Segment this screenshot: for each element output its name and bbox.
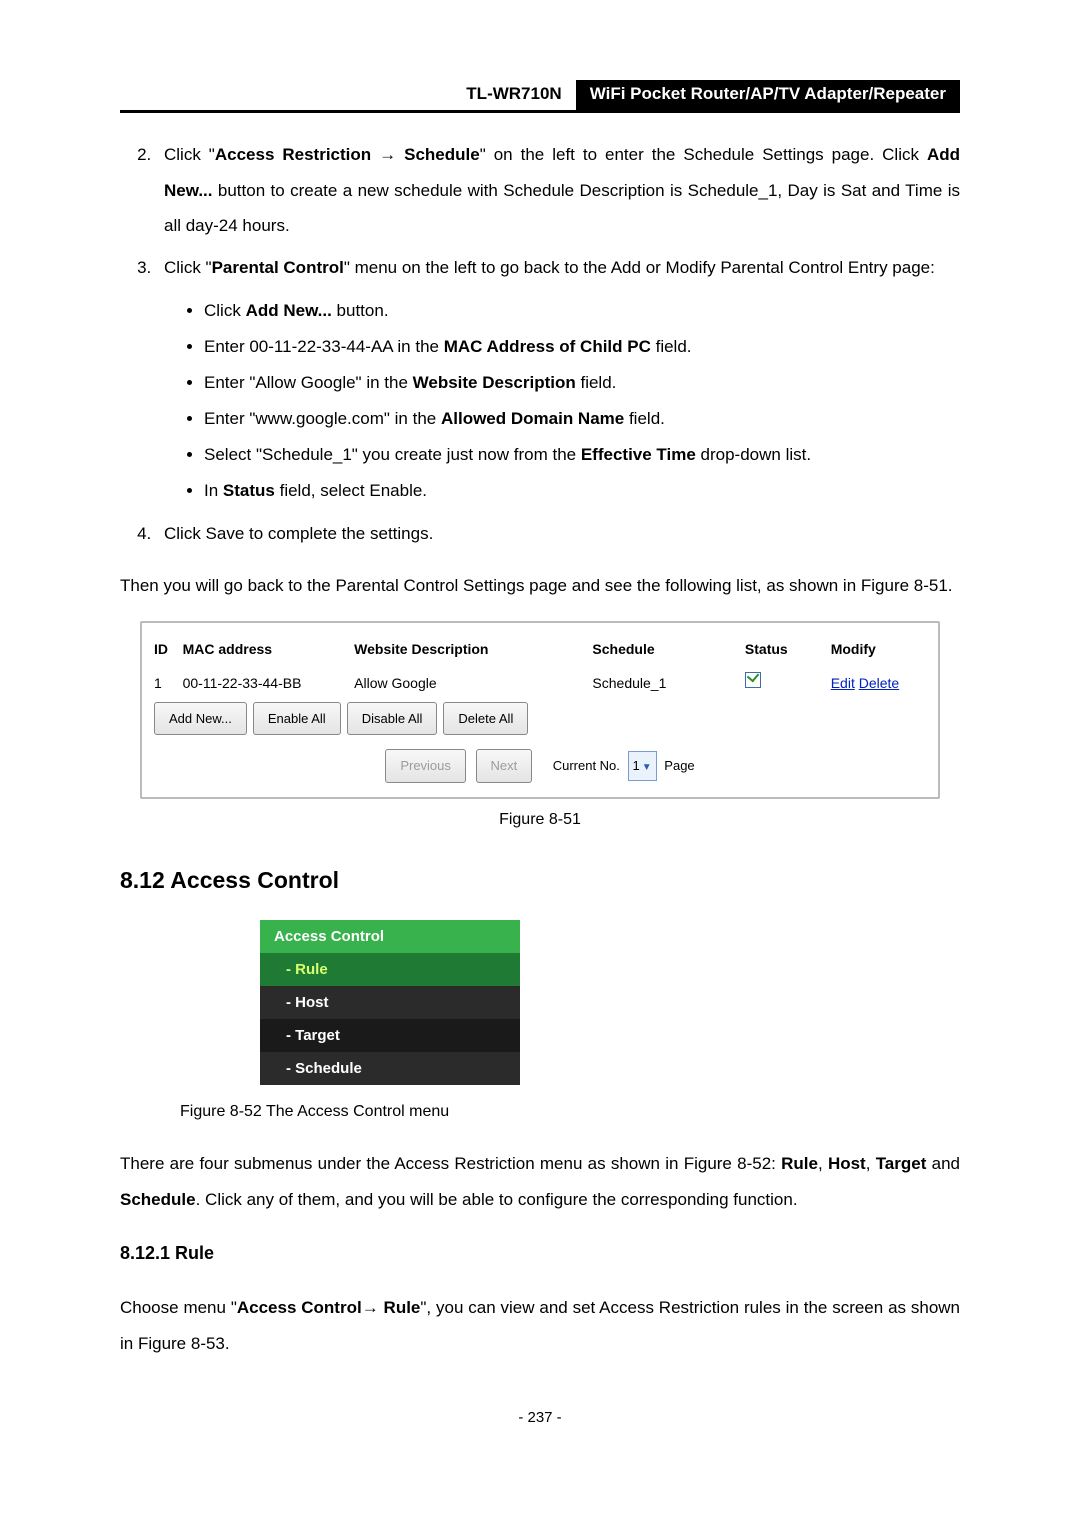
text: Click Save to complete the settings. <box>164 524 433 543</box>
figure-8-51-caption: Figure 8-51 <box>120 803 960 837</box>
edit-link[interactable]: Edit <box>831 675 855 691</box>
text: Enter "Allow Google" in the <box>204 373 413 392</box>
text: " on the left to enter the Schedule Sett… <box>480 145 927 164</box>
figure-8-52-caption: Figure 8-52 The Access Control menu <box>180 1095 960 1129</box>
col-website-description: Website Description <box>354 635 592 664</box>
bullet-item: In Status field, select Enable. <box>204 474 960 508</box>
text: " menu on the left to go back to the Add… <box>344 258 935 277</box>
header-model: TL-WR710N <box>452 80 575 110</box>
pager: Previous Next Current No. 1▼ Page <box>154 749 926 782</box>
header-description: WiFi Pocket Router/AP/TV Adapter/Repeate… <box>576 80 960 110</box>
text: There are four submenus under the Access… <box>120 1154 781 1173</box>
arrow-icon: → <box>362 1298 384 1317</box>
step-2: Click "Access Restriction → Schedule" on… <box>156 137 960 244</box>
bold-text: Website Description <box>413 373 576 392</box>
step3-bullets: Click Add New... button. Enter 00-11-22-… <box>164 294 960 508</box>
bullet-item: Enter "Allow Google" in the Website Desc… <box>204 366 960 400</box>
bullet-item: Select "Schedule_1" you create just now … <box>204 438 960 472</box>
section-8-12-paragraph: There are four submenus under the Access… <box>120 1146 960 1217</box>
steps-list: Click "Access Restriction → Schedule" on… <box>120 137 960 551</box>
enable-all-button[interactable]: Enable All <box>253 702 341 735</box>
page-select[interactable]: 1▼ <box>628 751 657 780</box>
col-mac: MAC address <box>183 635 355 664</box>
button-row: Add New... Enable All Disable All Delete… <box>154 702 926 735</box>
after-list-paragraph: Then you will go back to the Parental Co… <box>120 568 960 604</box>
add-new-button[interactable]: Add New... <box>154 702 247 735</box>
col-schedule: Schedule <box>592 635 745 664</box>
col-modify: Modify <box>831 635 926 664</box>
bold-text: Rule <box>384 1298 421 1317</box>
text: field, select Enable. <box>275 481 427 500</box>
section-8-12-1-paragraph: Choose menu "Access Control→ Rule", you … <box>120 1290 960 1361</box>
delete-all-button[interactable]: Delete All <box>443 702 528 735</box>
text: . Click any of them, and you will be abl… <box>196 1190 798 1209</box>
section-8-12-heading: 8.12 Access Control <box>120 856 960 904</box>
bold-text: Access Control <box>237 1298 362 1317</box>
page-select-value: 1 <box>633 758 640 773</box>
text: drop-down list. <box>696 445 811 464</box>
table-header: ID MAC address Website Description Sched… <box>154 635 926 664</box>
text: field. <box>576 373 617 392</box>
text: Select "Schedule_1" you create just now … <box>204 445 581 464</box>
text: Enter "www.google.com" in the <box>204 409 441 428</box>
page-number: - 237 - <box>120 1402 960 1434</box>
bold-text: Rule <box>781 1154 818 1173</box>
text: field. <box>624 409 665 428</box>
text: , <box>866 1154 876 1173</box>
text: Click <box>204 301 246 320</box>
text: Enter 00-11-22-33-44-AA in the <box>204 337 444 356</box>
bullet-item: Enter 00-11-22-33-44-AA in the MAC Addre… <box>204 330 960 364</box>
cell-mac: 00-11-22-33-44-BB <box>183 669 355 698</box>
text: Click " <box>164 145 215 164</box>
text: Choose menu " <box>120 1298 237 1317</box>
previous-button[interactable]: Previous <box>385 749 466 782</box>
bold-text: MAC Address of Child PC <box>444 337 651 356</box>
menu-item-target[interactable]: - Target <box>260 1019 520 1052</box>
bold-text: Status <box>223 481 275 500</box>
bullet-item: Click Add New... button. <box>204 294 960 328</box>
menu-header: Access Control <box>260 920 520 953</box>
bold-text: Allowed Domain Name <box>441 409 624 428</box>
cell-website-description: Allow Google <box>354 669 592 698</box>
table-row: 1 00-11-22-33-44-BB Allow Google Schedul… <box>154 669 926 698</box>
figure-8-52-menu: Access Control - Rule - Host - Target - … <box>260 920 520 1085</box>
bold-text: Host <box>828 1154 866 1173</box>
figure-8-51-panel: ID MAC address Website Description Sched… <box>140 621 940 798</box>
disable-all-button[interactable]: Disable All <box>347 702 438 735</box>
menu-item-rule[interactable]: - Rule <box>260 953 520 986</box>
cell-schedule: Schedule_1 <box>592 669 745 698</box>
next-button[interactable]: Next <box>476 749 533 782</box>
bold-text: Add New... <box>246 301 332 320</box>
chevron-down-icon: ▼ <box>642 762 652 773</box>
text: button to create a new schedule with Sch… <box>164 181 960 236</box>
delete-link[interactable]: Delete <box>859 675 899 691</box>
bold-text: Access Restriction → Schedule <box>215 145 480 164</box>
bold-text: Effective Time <box>581 445 696 464</box>
text: , <box>818 1154 828 1173</box>
col-status: Status <box>745 635 831 664</box>
menu-item-host[interactable]: - Host <box>260 986 520 1019</box>
bold-text: Schedule <box>120 1190 196 1209</box>
text: In <box>204 481 223 500</box>
text: Click " <box>164 258 212 277</box>
bold-text: Parental Control <box>212 258 344 277</box>
page-label: Page <box>664 758 694 773</box>
step-4: Click Save to complete the settings. <box>156 516 960 552</box>
bullet-item: Enter "www.google.com" in the Allowed Do… <box>204 402 960 436</box>
step-3: Click "Parental Control" menu on the lef… <box>156 250 960 508</box>
text: field. <box>651 337 692 356</box>
text: and <box>926 1154 960 1173</box>
bold-text: Target <box>876 1154 927 1173</box>
col-id: ID <box>154 635 183 664</box>
cell-modify: Edit Delete <box>831 669 926 698</box>
cell-status <box>745 669 831 698</box>
cell-id: 1 <box>154 669 183 698</box>
check-icon <box>745 672 761 688</box>
menu-item-schedule[interactable]: - Schedule <box>260 1052 520 1085</box>
doc-header: TL-WR710N WiFi Pocket Router/AP/TV Adapt… <box>120 80 960 113</box>
section-8-12-1-heading: 8.12.1 Rule <box>120 1235 960 1273</box>
text: button. <box>332 301 389 320</box>
current-no-label: Current No. <box>553 758 620 773</box>
